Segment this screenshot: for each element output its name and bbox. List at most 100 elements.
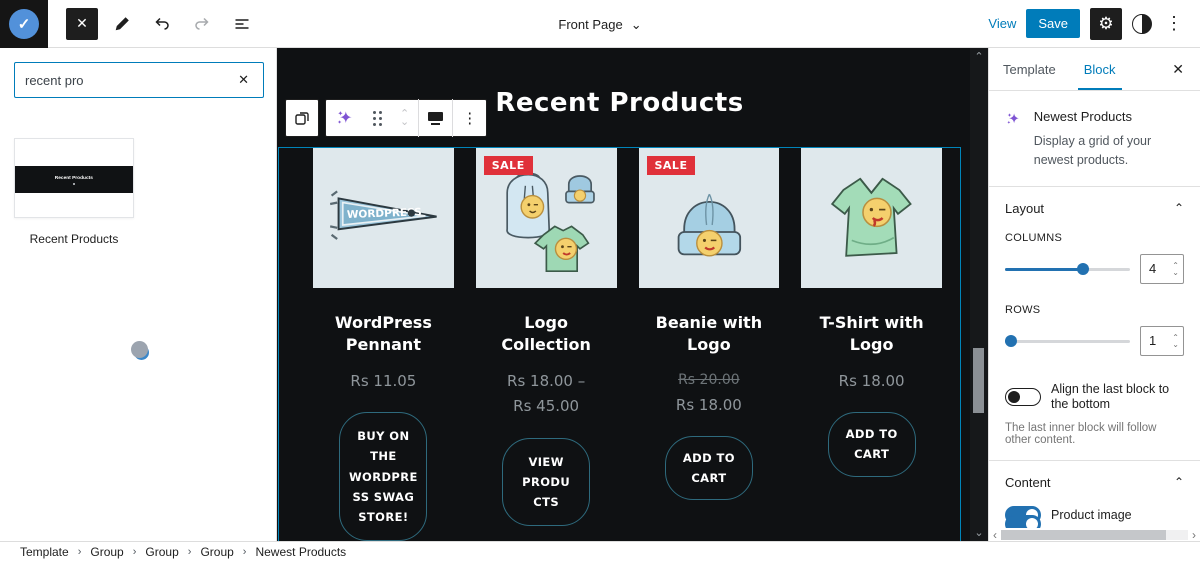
columns-control: 4 ⌃ ⌄ <box>989 246 1200 296</box>
breadcrumb-group[interactable]: Group <box>200 545 233 559</box>
view-menu-button[interactable]: View <box>988 16 1016 31</box>
edit-mode-button[interactable] <box>106 8 138 40</box>
settings-sidebar: Template Block ✕ Newest Products Display… <box>988 48 1200 541</box>
drag-handle[interactable] <box>364 99 391 137</box>
sidebar-horizontal-scrollbar[interactable]: ‹ › <box>989 528 1200 541</box>
document-title: Front Page <box>558 17 622 32</box>
stepper-icons[interactable]: ⌃ ⌄ <box>1172 334 1183 348</box>
product-buy-button[interactable]: BUY ON THE WORDPRESS SWAG STORE! <box>339 412 427 541</box>
document-title-dropdown[interactable]: Front Page ⌄ <box>558 0 641 48</box>
block-search-input[interactable] <box>25 73 234 88</box>
tab-template[interactable]: Template <box>989 48 1070 90</box>
layout-panel-header[interactable]: Layout ⌃ <box>989 187 1200 224</box>
block-preview-band: Recent Products <box>15 166 133 193</box>
product-card[interactable]: SALE Beanie with Logo Rs 20.00 Rs 18.00 … <box>639 148 780 541</box>
block-inserter-toggle[interactable]: ✕ <box>66 8 98 40</box>
breadcrumb-separator-icon: › <box>188 546 192 558</box>
rows-value: 1 <box>1149 333 1172 348</box>
block-preview-card: Recent Products <box>14 138 134 218</box>
breadcrumb-newest-products[interactable]: Newest Products <box>255 545 346 559</box>
breadcrumb-group[interactable]: Group <box>90 545 123 559</box>
products-grid: WORDPRESS WordPress Pennant Rs 11.05 BUY… <box>313 148 942 541</box>
stepper-down-icon[interactable]: ⌄ <box>1172 269 1179 276</box>
product-title[interactable]: Logo Collection <box>481 312 611 357</box>
scroll-left-icon[interactable]: ‹ <box>989 530 1001 540</box>
align-icon <box>428 112 443 125</box>
product-price-range: Rs 18.00 – Rs 45.00 <box>507 369 585 420</box>
block-options-button[interactable]: ⋮ <box>453 99 486 137</box>
product-title[interactable]: Beanie with Logo <box>644 312 774 357</box>
product-image: SALE <box>639 148 780 288</box>
block-type-button[interactable] <box>326 99 364 137</box>
block-card-title: Newest Products <box>1034 109 1184 124</box>
block-search-result[interactable]: Recent Products Recent Products <box>14 138 134 246</box>
block-toolbar: ⌃ ⌄ ⋮ <box>285 99 487 137</box>
site-editor: ✓ ✕ Front Page ⌄ View Save ⚙ <box>0 0 1200 561</box>
scroll-down-icon[interactable]: ⌄ <box>970 526 988 539</box>
content-panel-header[interactable]: Content ⌃ <box>989 461 1200 498</box>
stepper-icons[interactable]: ⌃ ⌄ <box>1172 262 1183 276</box>
columns-number-input[interactable]: 4 ⌃ ⌄ <box>1140 254 1184 284</box>
loading-spinner <box>131 341 148 358</box>
add-to-cart-button[interactable]: ADD TO CART <box>665 436 753 500</box>
product-card[interactable]: T-Shirt with Logo Rs 18.00 ADD TO CART <box>801 148 942 541</box>
price-from: Rs 18.00 – <box>507 369 585 395</box>
align-button[interactable] <box>419 99 452 137</box>
undo-icon <box>153 15 171 33</box>
align-last-block-toggle[interactable] <box>1005 388 1041 406</box>
canvas-scrollbar-thumb[interactable] <box>973 348 984 413</box>
options-menu-button[interactable]: ⋮ <box>1162 13 1186 34</box>
stepper-down-icon[interactable]: ⌄ <box>1172 341 1179 348</box>
rows-control: 1 ⌃ ⌄ <box>989 318 1200 368</box>
content-panel-title: Content <box>1005 475 1051 490</box>
style-book-icon[interactable] <box>1132 14 1152 34</box>
site-hub-button[interactable]: ✓ <box>0 0 48 48</box>
product-card[interactable]: WORDPRESS WordPress Pennant Rs 11.05 BUY… <box>313 148 454 541</box>
block-search-box: ✕ <box>14 62 264 98</box>
product-title[interactable]: WordPress Pennant <box>318 312 448 357</box>
pennant-illustration: WORDPRESS <box>313 148 454 288</box>
tshirt-illustration <box>801 148 942 288</box>
tab-block[interactable]: Block <box>1070 48 1130 90</box>
list-view-button[interactable] <box>226 8 258 40</box>
header-actions: View Save ⚙ ⋮ <box>988 8 1200 40</box>
close-icon: ✕ <box>76 15 88 32</box>
redo-button[interactable] <box>186 8 218 40</box>
undo-button[interactable] <box>146 8 178 40</box>
save-button[interactable]: Save <box>1026 9 1080 38</box>
view-products-button[interactable]: VIEW PRODUCTS <box>502 438 590 526</box>
rows-number-input[interactable]: 1 ⌃ ⌄ <box>1140 326 1184 356</box>
regular-price: Rs 20.00 <box>676 369 742 393</box>
clear-search-icon[interactable]: ✕ <box>234 70 253 90</box>
rows-slider[interactable] <box>1005 335 1130 347</box>
product-image <box>801 148 942 288</box>
scrollbar-thumb[interactable] <box>1001 530 1166 540</box>
columns-slider[interactable] <box>1005 263 1130 275</box>
scroll-up-icon[interactable]: ⌃ <box>970 50 988 63</box>
sale-badge: SALE <box>647 156 696 175</box>
block-toolbar-group: ⌃ ⌄ ⋮ <box>325 99 487 137</box>
block-movers[interactable]: ⌃ ⌄ <box>391 99 418 137</box>
close-sidebar-icon[interactable]: ✕ <box>1168 57 1188 82</box>
sale-price: Rs 18.00 <box>676 393 742 419</box>
block-preview-text: Recent Products <box>55 175 93 180</box>
product-image: WORDPRESS <box>313 148 454 288</box>
breadcrumb-separator-icon: › <box>78 546 82 558</box>
select-parent-icon <box>294 110 311 127</box>
top-toolbar: ✓ ✕ Front Page ⌄ View Save ⚙ <box>0 0 1200 48</box>
block-breadcrumb-bar: Template › Group › Group › Group › Newes… <box>0 541 1200 561</box>
breadcrumb-template[interactable]: Template <box>20 545 69 559</box>
product-title[interactable]: T-Shirt with Logo <box>807 312 937 357</box>
select-parent-button[interactable] <box>285 99 319 137</box>
breadcrumb-separator-icon: › <box>243 546 247 558</box>
add-to-cart-button[interactable]: ADD TO CART <box>828 412 916 476</box>
scrollbar-track[interactable] <box>1001 530 1188 540</box>
product-image: SALE <box>476 148 617 288</box>
scroll-right-icon[interactable]: › <box>1188 530 1200 540</box>
block-card-description: Display a grid of your newest products. <box>1034 132 1184 170</box>
breadcrumb-group[interactable]: Group <box>145 545 178 559</box>
product-card[interactable]: SALE Logo Collection Rs 18.00 – Rs 45.00… <box>476 148 617 541</box>
settings-button[interactable]: ⚙ <box>1090 8 1122 40</box>
list-view-icon <box>233 15 251 33</box>
canvas-scrollbar[interactable]: ⌃ ⌄ <box>970 48 988 541</box>
